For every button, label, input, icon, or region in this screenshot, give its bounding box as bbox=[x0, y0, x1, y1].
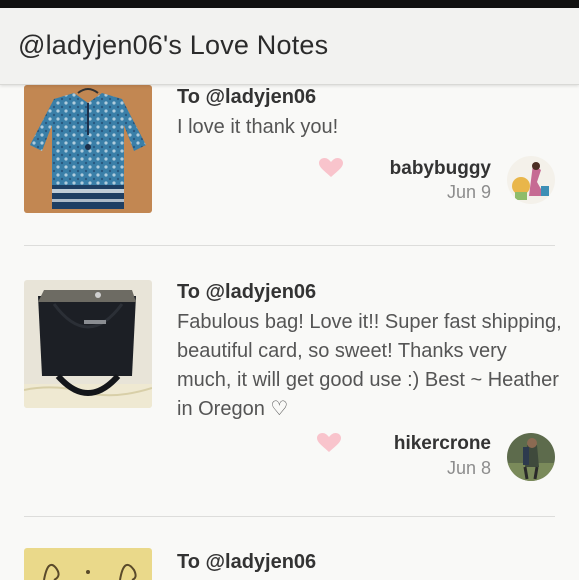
note-message: I love it thank you! bbox=[177, 116, 339, 138]
note-date: Jun 8 bbox=[446, 458, 491, 478]
recipient-label: To @ladyjen06 bbox=[177, 86, 317, 108]
note-message: Fabulous bag! Love it!! Super fast shipp… bbox=[177, 311, 562, 420]
recipient-label: To @ladyjen06 bbox=[177, 281, 317, 303]
listing-thumbnail[interactable] bbox=[24, 85, 152, 213]
listing-thumbnail[interactable] bbox=[24, 548, 152, 580]
sender-avatar[interactable] bbox=[507, 156, 555, 204]
divider bbox=[24, 245, 555, 246]
love-notes-screen: @ladyjen06's Love Notes To @ladyjen06 I … bbox=[0, 0, 579, 580]
sender-row: babybuggy Jun 9 bbox=[255, 154, 555, 206]
status-bar bbox=[0, 0, 579, 8]
sender-row: hikercrone Jun 8 bbox=[255, 431, 555, 483]
listing-thumbnail[interactable] bbox=[24, 280, 152, 408]
page-title: @ladyjen06's Love Notes bbox=[18, 30, 329, 60]
note-date: Jun 9 bbox=[446, 182, 491, 202]
recipient-label: To @ladyjen06 bbox=[177, 551, 317, 573]
sender-avatar[interactable] bbox=[507, 433, 555, 481]
page-header: @ladyjen06's Love Notes bbox=[0, 8, 579, 85]
sender-username[interactable]: babybuggy bbox=[390, 158, 491, 180]
heart-icon bbox=[317, 433, 341, 453]
heart-icon bbox=[319, 158, 343, 178]
sender-username[interactable]: hikercrone bbox=[394, 433, 491, 455]
divider bbox=[24, 516, 555, 517]
